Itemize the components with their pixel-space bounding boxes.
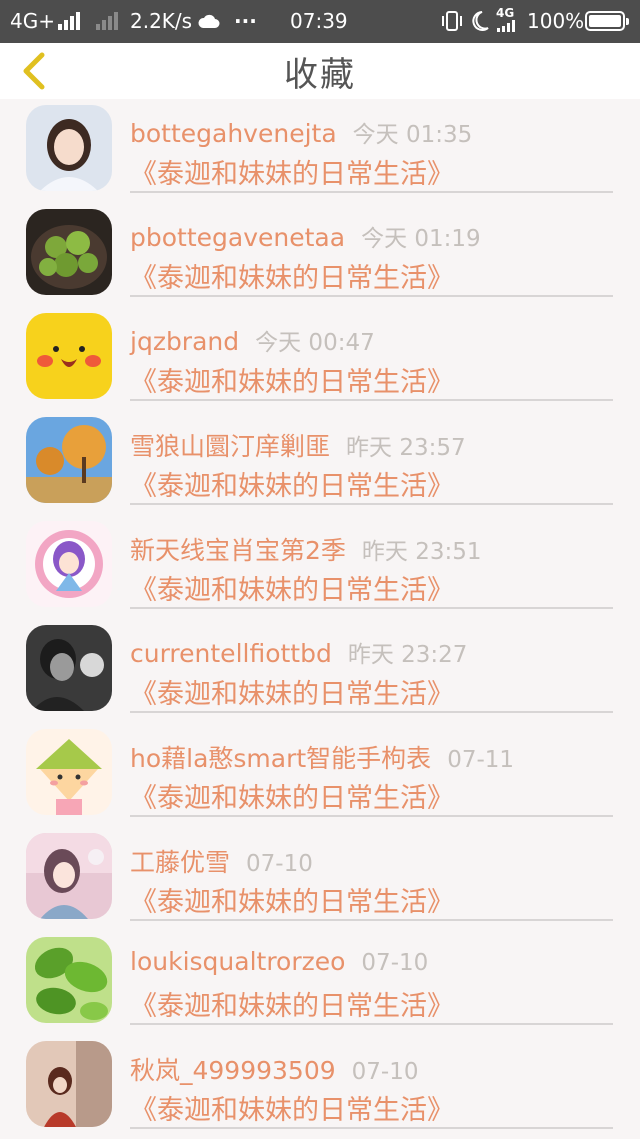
avatar[interactable] bbox=[26, 729, 112, 815]
list-item[interactable]: 雪狼山圜汀庠剿匪 昨天 23:57 《泰迦和妹妹的日常生活》 bbox=[0, 411, 640, 515]
avatar[interactable] bbox=[26, 313, 112, 399]
item-title: bottegahvenejta 今天 01:35 bbox=[130, 115, 472, 149]
divider bbox=[130, 1023, 613, 1025]
user-name: pbottegavenetaa bbox=[130, 223, 346, 252]
work-title[interactable]: 《泰迦和妹妹的日常生活》 bbox=[130, 880, 454, 919]
work-title[interactable]: 《泰迦和妹妹的日常生活》 bbox=[130, 360, 454, 399]
user-name: bottegahvenejta bbox=[130, 119, 337, 148]
timestamp: 昨天 23:57 bbox=[346, 435, 466, 461]
user-name: 秋岚_499993509 bbox=[130, 1056, 336, 1085]
work-title[interactable]: 《泰迦和妹妹的日常生活》 bbox=[130, 256, 454, 295]
avatar[interactable] bbox=[26, 521, 112, 607]
item-title: 秋岚_499993509 07-10 bbox=[130, 1051, 419, 1087]
list-item[interactable]: 工藤优雪 07-10 《泰迦和妹妹的日常生活》 bbox=[0, 827, 640, 931]
work-title[interactable]: 《泰迦和妹妹的日常生活》 bbox=[130, 672, 454, 711]
divider bbox=[130, 815, 613, 817]
avatar[interactable] bbox=[26, 105, 112, 191]
item-title: pbottegavenetaa 今天 01:19 bbox=[130, 219, 481, 253]
list-item[interactable]: 新天线宝肖宝第2季 昨天 23:51 《泰迦和妹妹的日常生活》 bbox=[0, 515, 640, 619]
divider bbox=[130, 295, 613, 297]
user-name: 工藤优雪 bbox=[130, 848, 231, 877]
divider bbox=[130, 1127, 613, 1129]
page-title: 收藏 bbox=[284, 55, 356, 95]
item-title: 工藤优雪 07-10 bbox=[130, 843, 313, 879]
nav-bar: 收藏 bbox=[0, 43, 640, 99]
divider bbox=[130, 191, 613, 193]
list-item[interactable]: bottegahvenejta 今天 01:35 《泰迦和妹妹的日常生活》 bbox=[0, 99, 640, 203]
timestamp: 07-10 bbox=[246, 851, 313, 877]
battery-percent: 100% bbox=[527, 9, 585, 33]
avatar[interactable] bbox=[26, 937, 112, 1023]
vibrate-icon bbox=[441, 0, 463, 43]
item-title: 新天线宝肖宝第2季 昨天 23:51 bbox=[130, 531, 482, 567]
timestamp: 昨天 23:27 bbox=[347, 642, 468, 668]
work-title[interactable]: 《泰迦和妹妹的日常生活》 bbox=[130, 1088, 454, 1127]
more-indicator: ··· bbox=[234, 9, 257, 33]
divider bbox=[130, 503, 613, 505]
item-title: loukisqualtrorzeo 07-10 bbox=[130, 947, 428, 976]
avatar[interactable] bbox=[26, 833, 112, 919]
item-title: ho藉la憨smart智能手枸表 07-11 bbox=[130, 739, 514, 775]
network-type: 4G+ bbox=[10, 9, 55, 33]
item-title: currentellfiottbd 昨天 23:27 bbox=[130, 635, 467, 669]
clock: 07:39 bbox=[290, 9, 348, 33]
user-name: jqzbrand bbox=[130, 327, 240, 356]
timestamp: 今天 01:19 bbox=[361, 226, 481, 252]
divider bbox=[130, 399, 613, 401]
timestamp: 07-10 bbox=[351, 1059, 419, 1085]
list-item[interactable]: ho藉la憨smart智能手枸表 07-11 《泰迦和妹妹的日常生活》 bbox=[0, 723, 640, 827]
work-title[interactable]: 《泰迦和妹妹的日常生活》 bbox=[130, 984, 454, 1023]
list-item[interactable]: pbottegavenetaa 今天 01:19 《泰迦和妹妹的日常生活》 bbox=[0, 203, 640, 307]
signal-icon bbox=[58, 12, 84, 30]
status-bar: 4G+ 2.2K/s ··· 07:39 4G 100% bbox=[0, 0, 640, 43]
divider bbox=[130, 711, 613, 713]
work-title[interactable]: 《泰迦和妹妹的日常生活》 bbox=[130, 152, 454, 191]
user-name: loukisqualtrorzeo bbox=[130, 947, 346, 976]
list-item[interactable]: jqzbrand 今天 00:47 《泰迦和妹妹的日常生活》 bbox=[0, 307, 640, 411]
user-name: ho藉la憨smart智能手枸表 bbox=[130, 744, 432, 773]
signal-2-icon bbox=[96, 12, 122, 30]
divider bbox=[130, 607, 613, 609]
user-name: 雪狼山圜汀庠剿匪 bbox=[130, 432, 331, 461]
timestamp: 07-11 bbox=[447, 747, 515, 773]
timestamp: 今天 00:47 bbox=[255, 330, 375, 356]
avatar[interactable] bbox=[26, 417, 112, 503]
list-item[interactable]: 秋岚_499993509 07-10 《泰迦和妹妹的日常生活》 bbox=[0, 1035, 640, 1139]
work-title[interactable]: 《泰迦和妹妹的日常生活》 bbox=[130, 464, 454, 503]
work-title[interactable]: 《泰迦和妹妹的日常生活》 bbox=[130, 568, 454, 607]
signal-3-icon bbox=[497, 20, 517, 32]
avatar[interactable] bbox=[26, 625, 112, 711]
item-title: 雪狼山圜汀庠剿匪 昨天 23:57 bbox=[130, 427, 466, 463]
moon-icon bbox=[468, 0, 490, 43]
timestamp: 昨天 23:51 bbox=[361, 539, 482, 565]
item-title: jqzbrand 今天 00:47 bbox=[130, 323, 375, 357]
user-name: currentellfiottbd bbox=[130, 639, 332, 668]
timestamp: 07-10 bbox=[361, 950, 429, 976]
cloud-icon bbox=[198, 0, 220, 43]
user-name: 新天线宝肖宝第2季 bbox=[130, 536, 346, 565]
work-title[interactable]: 《泰迦和妹妹的日常生活》 bbox=[130, 776, 454, 815]
network-speed: 2.2K/s bbox=[130, 9, 193, 33]
list-item[interactable]: loukisqualtrorzeo 07-10 《泰迦和妹妹的日常生活》 bbox=[0, 931, 640, 1035]
avatar[interactable] bbox=[26, 1041, 112, 1127]
timestamp: 今天 01:35 bbox=[352, 122, 473, 148]
avatar[interactable] bbox=[26, 209, 112, 295]
list-item[interactable]: currentellfiottbd 昨天 23:27 《泰迦和妹妹的日常生活》 bbox=[0, 619, 640, 723]
divider bbox=[130, 919, 613, 921]
battery-icon bbox=[585, 11, 629, 31]
